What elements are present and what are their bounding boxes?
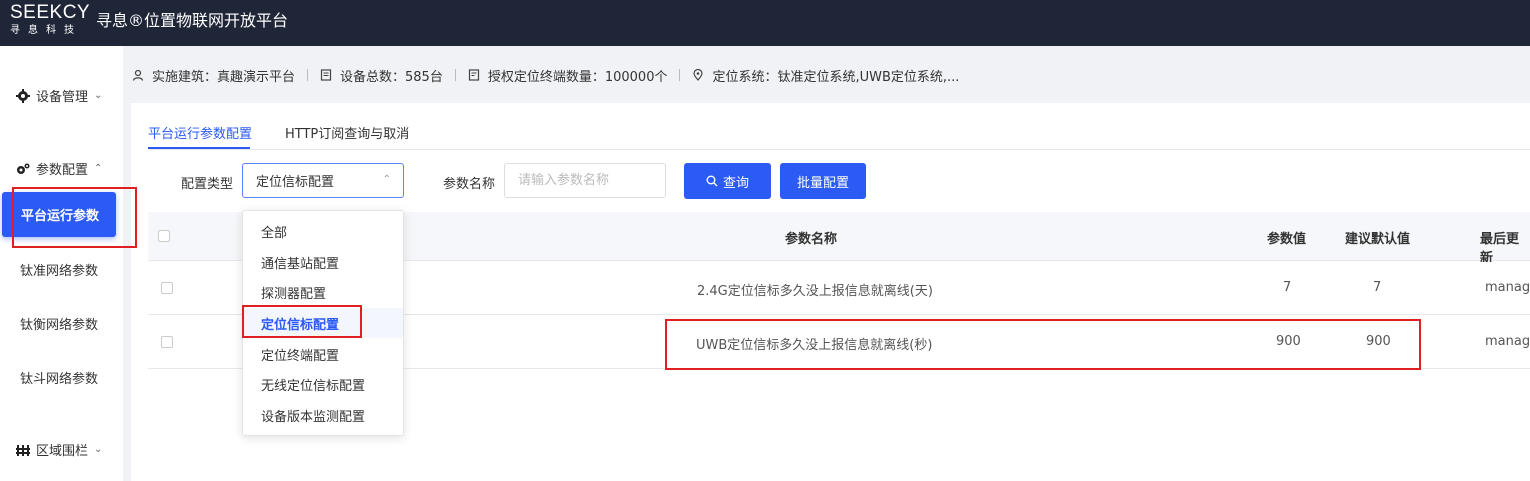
sidebar-group-device-management[interactable]: 设备管理 ⌄	[16, 86, 102, 105]
dropdown-option-terminal[interactable]: 定位终端配置	[243, 339, 403, 369]
info-authorized-text: 授权定位终端数量：100000个	[487, 69, 668, 85]
sidebar-group-param-config[interactable]: 参数配置 ⌃	[16, 159, 102, 178]
logo-subtext: 寻息科技	[10, 25, 82, 36]
column-header-updated: 最后更新	[1480, 232, 1520, 266]
config-type-select[interactable]: 定位信标配置 ⌃	[242, 163, 404, 198]
dropdown-option-detector[interactable]: 探测器配置	[243, 277, 403, 307]
column-header-name: 参数名称	[785, 232, 838, 247]
tab-platform-params[interactable]: 平台运行参数配置	[148, 123, 252, 142]
app-title: 寻息®位置物联网开放平台	[96, 11, 289, 30]
row-param-name: 2.4G定位信标多久没上报信息就离线(天)	[697, 284, 933, 299]
divider	[454, 69, 456, 81]
gear-icon	[16, 88, 30, 103]
sidebar-item-taiheng-network[interactable]: 钛衡网络参数	[20, 314, 98, 333]
user-icon	[132, 69, 144, 81]
config-type-label: 配置类型	[181, 177, 234, 192]
document-icon	[320, 69, 332, 81]
info-device-total: 设备总数：585台	[320, 66, 443, 85]
license-icon	[468, 69, 480, 81]
sidebar-item-taidou-network[interactable]: 钛斗网络参数	[20, 368, 98, 387]
info-device-total-text: 设备总数：585台	[340, 69, 443, 85]
sidebar-group-label: 设备管理	[36, 90, 89, 105]
param-name-input[interactable]	[504, 163, 666, 198]
dropdown-option-base-station[interactable]: 通信基站配置	[243, 247, 403, 277]
column-header-value: 参数值	[1267, 232, 1307, 247]
column-header-default: 建议默认值	[1345, 232, 1411, 247]
config-type-dropdown: 全部 通信基站配置 探测器配置 定位信标配置 定位终端配置 无线定位信标配置 设…	[242, 210, 404, 436]
config-type-value: 定位信标配置	[256, 175, 335, 190]
dropdown-option-all[interactable]: 全部	[243, 216, 403, 246]
search-button[interactable]: 查询	[684, 163, 771, 199]
location-pin-icon	[692, 69, 704, 81]
dropdown-option-version-monitor[interactable]: 设备版本监测配置	[243, 400, 403, 430]
info-positioning: 定位系统：钛准定位系统,UWB定位系统,...	[692, 66, 959, 85]
fence-icon	[16, 443, 30, 457]
row-updated-by: manage	[1485, 280, 1530, 295]
brand-logo[interactable]: SEEKCY 寻息科技	[10, 2, 91, 43]
param-name-label: 参数名称	[443, 177, 496, 192]
sidebar-group-label: 参数配置	[36, 163, 89, 178]
tab-http-subscription[interactable]: HTTP订阅查询与取消	[285, 123, 409, 142]
info-positioning-text: 定位系统：钛准定位系统,UWB定位系统,...	[712, 69, 960, 85]
gears-icon	[16, 162, 30, 176]
row-default-value: 900	[1366, 334, 1391, 349]
select-all-checkbox[interactable]	[158, 230, 170, 242]
sidebar-item-platform-params[interactable]: 平台运行参数	[2, 192, 116, 237]
row-default-value: 7	[1373, 280, 1382, 295]
info-building-text: 实施建筑：真趣演示平台	[152, 69, 296, 85]
batch-config-button[interactable]: 批量配置	[780, 163, 866, 199]
row-checkbox[interactable]	[161, 336, 173, 348]
divider	[679, 69, 681, 81]
divider	[307, 69, 309, 81]
sidebar-group-label: 区域围栏	[36, 444, 89, 459]
info-building: 实施建筑：真趣演示平台	[132, 66, 295, 85]
row-param-value: 7	[1283, 280, 1292, 295]
row-param-name: UWB定位信标多久没上报信息就离线(秒)	[696, 338, 933, 353]
dropdown-option-beacon[interactable]: 定位信标配置	[243, 308, 403, 338]
sidebar-group-area-fence[interactable]: 区域围栏 ⌄	[16, 440, 102, 459]
chevron-up-icon: ⌃	[382, 174, 391, 185]
chevron-down-icon: ⌄	[94, 444, 103, 455]
sidebar: 设备管理 ⌄ 参数配置 ⌃ 平台运行参数 钛准网络参数 钛衡网络参数 钛斗网络参…	[0, 46, 123, 481]
sidebar-item-taizhun-network[interactable]: 钛准网络参数	[20, 260, 98, 279]
chevron-up-icon: ⌃	[94, 163, 103, 174]
tab-bar: 平台运行参数配置 HTTP订阅查询与取消	[148, 103, 1530, 150]
chevron-down-icon: ⌄	[94, 90, 103, 101]
dropdown-option-wireless-beacon[interactable]: 无线定位信标配置	[243, 369, 403, 399]
info-authorized: 授权定位终端数量：100000个	[468, 66, 668, 85]
row-checkbox[interactable]	[161, 282, 173, 294]
top-bar: SEEKCY 寻息科技 寻息®位置物联网开放平台	[0, 0, 1530, 46]
row-updated-by: manage	[1485, 334, 1530, 349]
row-param-value: 900	[1276, 334, 1301, 349]
logo-text: SEEKCY	[10, 2, 91, 23]
search-button-label: 查询	[722, 175, 749, 191]
tab-active-indicator	[148, 147, 250, 149]
info-bar: 实施建筑：真趣演示平台 设备总数：585台 授权定位终端数量：100000个 定…	[132, 64, 959, 86]
search-icon	[706, 175, 718, 187]
